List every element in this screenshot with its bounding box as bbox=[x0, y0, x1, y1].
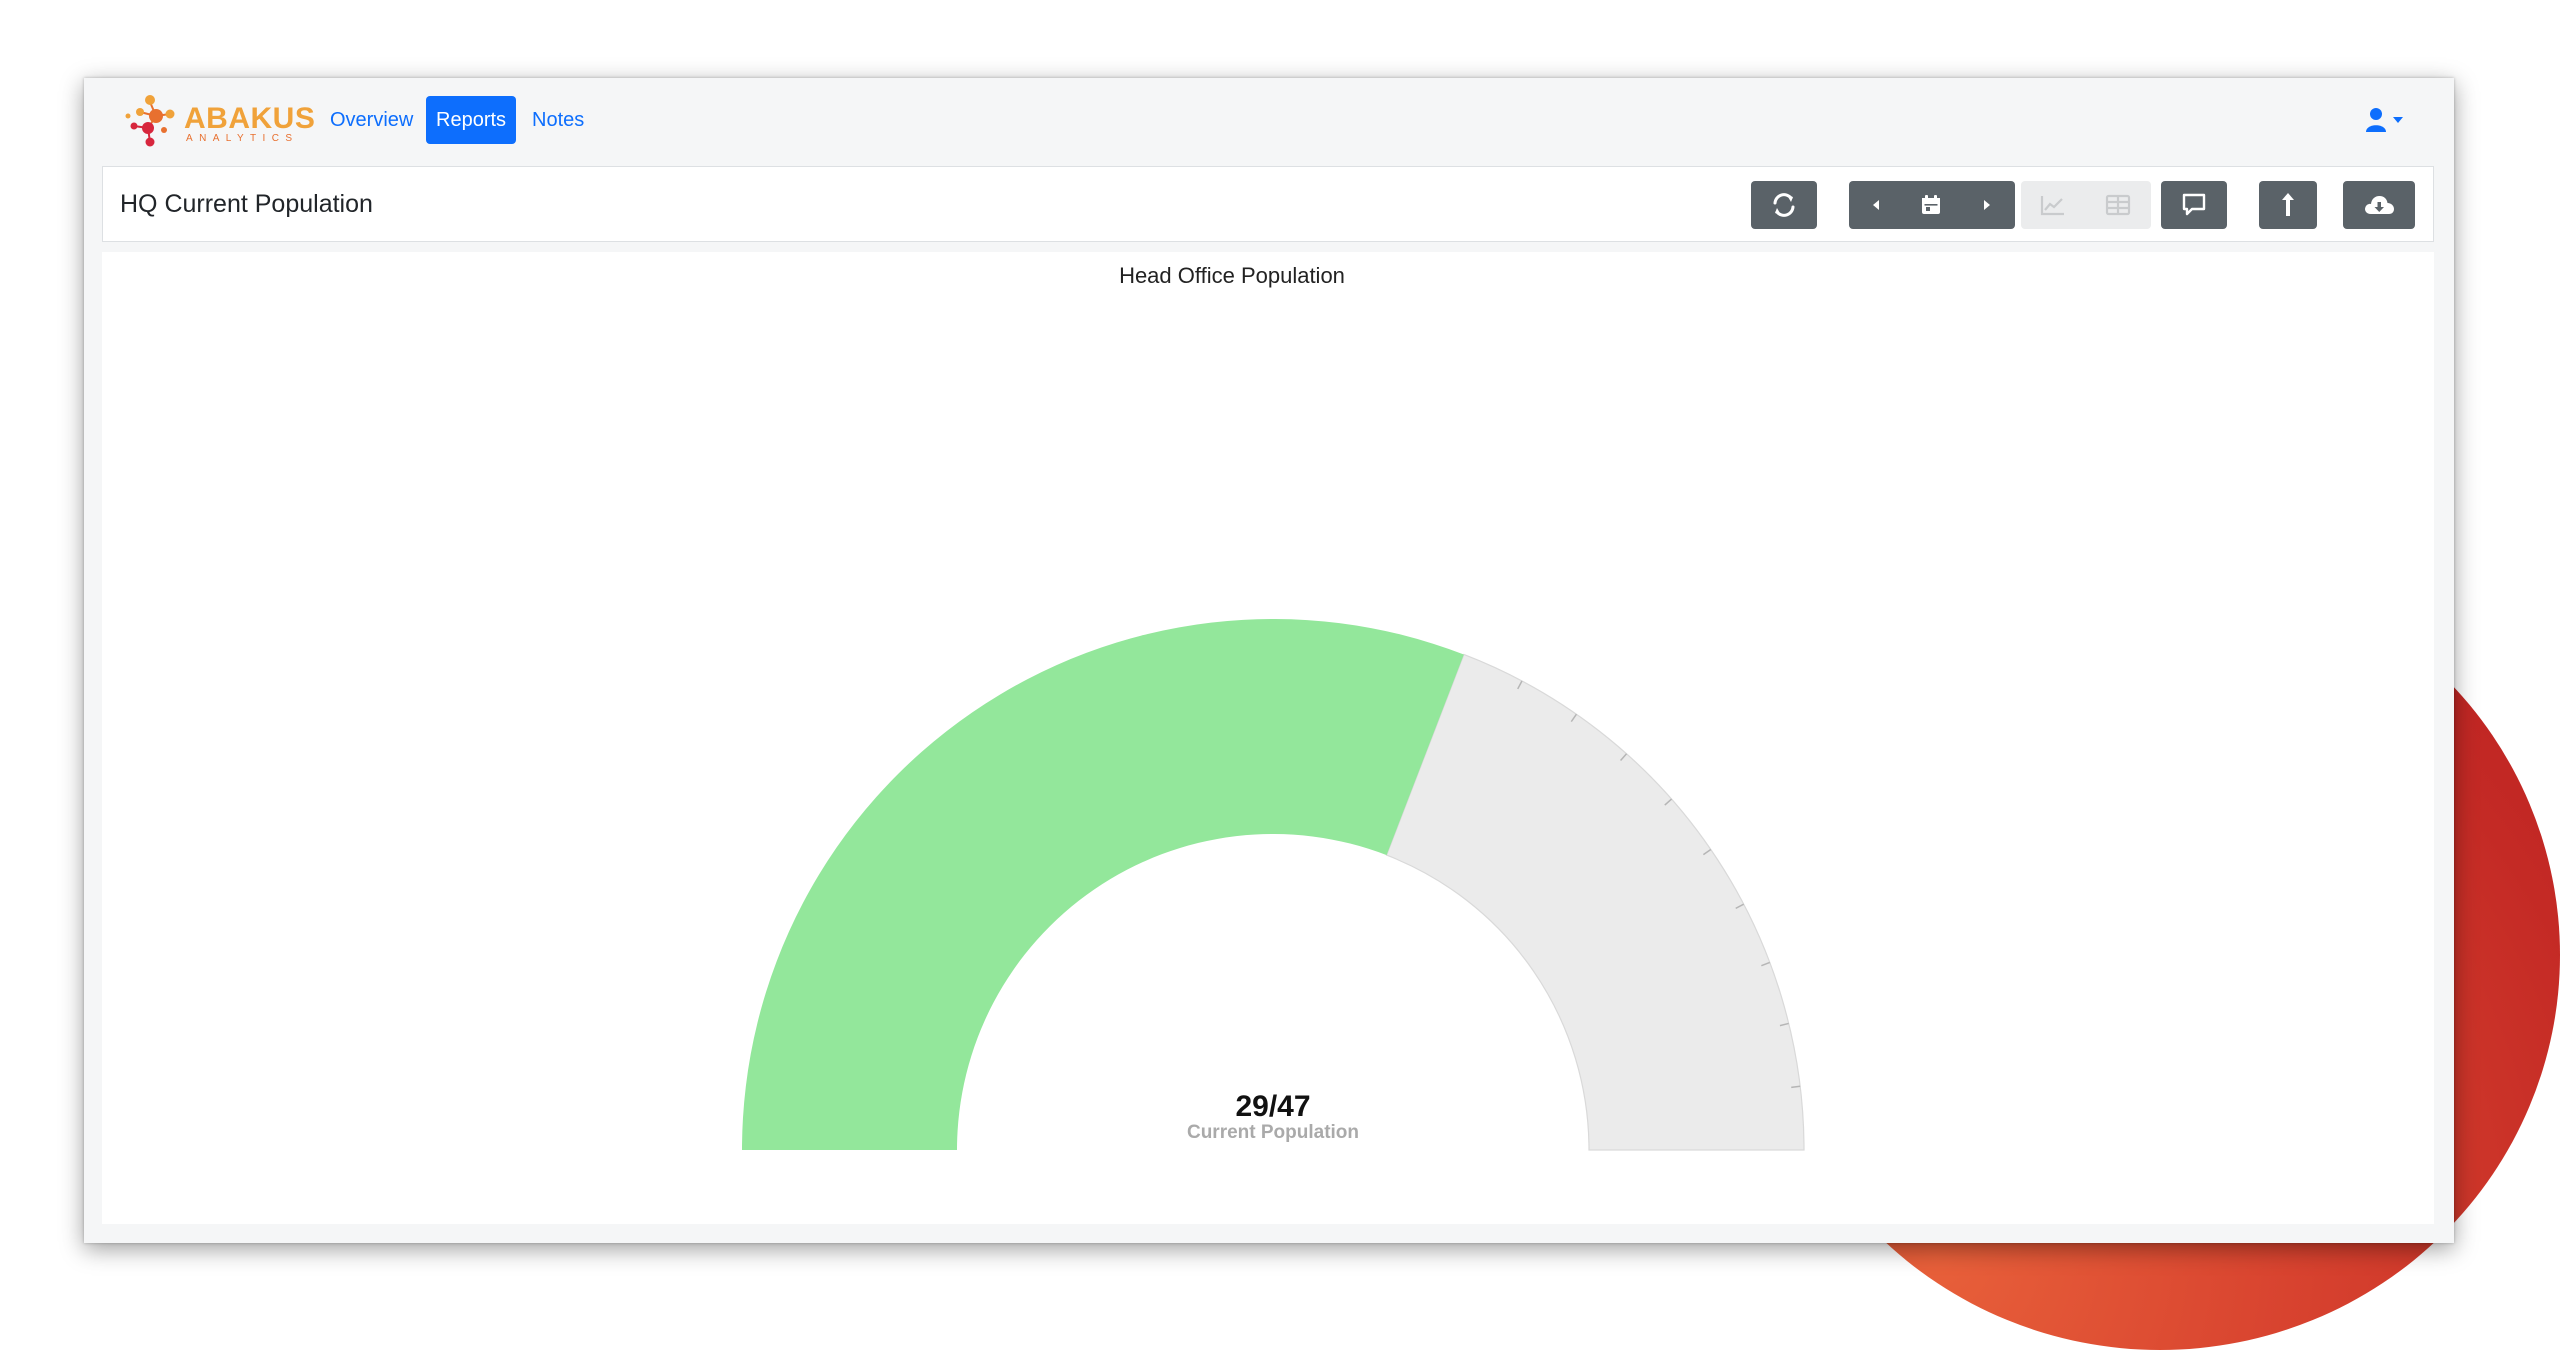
chart-panel: Head Office Population 29/47 Current Pop… bbox=[102, 252, 2434, 1224]
chevron-left-icon bbox=[1873, 200, 1879, 210]
refresh-icon bbox=[1773, 193, 1795, 217]
chart-title: Head Office Population bbox=[1119, 263, 1345, 288]
app-window: ABAKUS ANALYTICS Overview Reports Notes … bbox=[84, 78, 2454, 1243]
gauge-chart: Head Office Population 29/47 Current Pop… bbox=[742, 263, 1805, 1151]
comments-button[interactable] bbox=[2161, 181, 2227, 229]
chevron-right-icon bbox=[1984, 200, 1990, 210]
nav-notes[interactable]: Notes bbox=[522, 96, 594, 144]
nav-overview[interactable]: Overview bbox=[320, 96, 423, 144]
table-icon bbox=[2105, 194, 2131, 216]
calendar-icon bbox=[1922, 195, 1940, 214]
logo-mark-icon bbox=[125, 95, 175, 147]
comment-icon bbox=[2182, 193, 2206, 216]
brand-subtitle: ANALYTICS bbox=[186, 133, 299, 144]
refresh-button[interactable] bbox=[1751, 181, 1817, 229]
top-navbar: ABAKUS ANALYTICS Overview Reports Notes bbox=[84, 78, 2454, 164]
date-picker-button[interactable] bbox=[1903, 181, 1959, 229]
chart-view-button[interactable] bbox=[2021, 181, 2085, 229]
previous-period-button[interactable] bbox=[1849, 181, 1903, 229]
brand-logo[interactable]: ABAKUS ANALYTICS bbox=[120, 88, 315, 152]
download-button[interactable] bbox=[2343, 181, 2415, 229]
table-view-button[interactable] bbox=[2085, 181, 2151, 229]
cloud-download-icon bbox=[2365, 196, 2394, 214]
line-chart-icon bbox=[2040, 196, 2064, 216]
user-menu[interactable] bbox=[2364, 106, 2408, 134]
gauge-caption: Current Population bbox=[1187, 1122, 1359, 1143]
share-button[interactable] bbox=[2259, 181, 2317, 229]
gauge-fill bbox=[742, 619, 1464, 1150]
nav-reports[interactable]: Reports bbox=[426, 96, 517, 144]
report-header: HQ Current Population bbox=[102, 166, 2434, 242]
next-period-button[interactable] bbox=[1959, 181, 2015, 229]
report-title: HQ Current Population bbox=[120, 190, 373, 218]
gauge-value-label: 29/47 bbox=[1235, 1090, 1310, 1123]
brand-name: ABAKUS bbox=[184, 102, 316, 135]
share-icon bbox=[2282, 193, 2294, 216]
caret-down-icon bbox=[2393, 117, 2403, 123]
gauge-track bbox=[1385, 653, 1805, 1151]
user-icon bbox=[2366, 108, 2386, 132]
